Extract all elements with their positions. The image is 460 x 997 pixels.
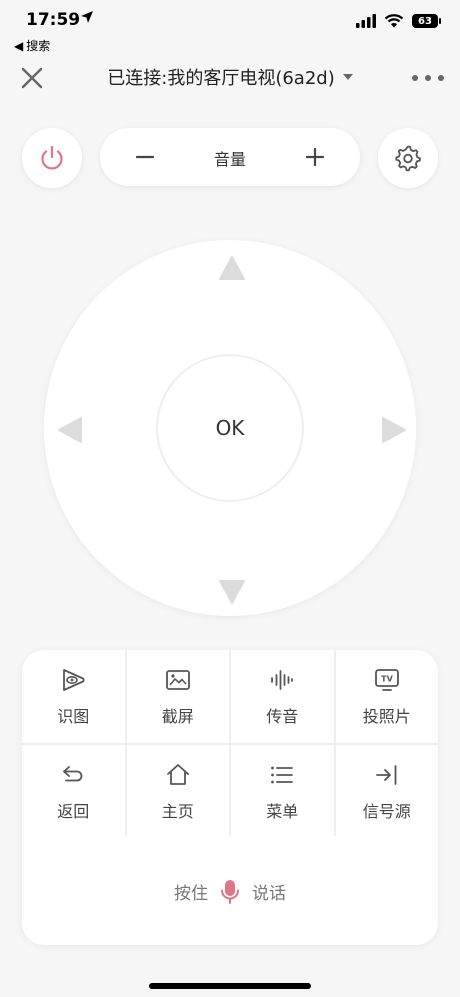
ok-button[interactable]: OK xyxy=(156,354,304,502)
battery-indicator: 63 xyxy=(412,14,441,28)
close-button[interactable] xyxy=(18,64,46,92)
battery-level: 63 xyxy=(418,15,432,27)
home-icon xyxy=(165,762,191,788)
menu-list-icon xyxy=(269,762,295,788)
screenshot-icon xyxy=(165,667,191,693)
function-grid: 识图 截屏 传音 TV 投照片 返回 主页 菜单 信号源 xyxy=(22,650,438,838)
back-button[interactable]: 返回 xyxy=(22,745,125,838)
talk-label: 说话 xyxy=(252,884,286,904)
arrow-up-icon xyxy=(219,256,245,280)
more-dot-icon xyxy=(425,75,431,81)
status-time: 17:59 xyxy=(26,10,81,30)
hold-to-talk-button[interactable]: 按住 说话 xyxy=(22,838,438,945)
power-button[interactable] xyxy=(22,128,82,188)
menu-button[interactable]: 菜单 xyxy=(231,745,334,838)
volume-control: 音量 xyxy=(100,128,360,186)
right-button[interactable] xyxy=(374,410,414,450)
function-label: 传音 xyxy=(266,706,299,726)
down-button[interactable] xyxy=(212,572,252,612)
function-label: 菜单 xyxy=(266,801,299,821)
status-indicators: 63 xyxy=(356,14,441,28)
svg-text:TV: TV xyxy=(381,674,393,683)
plus-icon xyxy=(306,148,324,166)
gear-icon xyxy=(395,145,421,172)
power-icon xyxy=(41,145,63,170)
function-label: 识图 xyxy=(57,706,90,726)
audio-transfer-button[interactable]: 传音 xyxy=(231,650,334,743)
cast-photo-button[interactable]: TV 投照片 xyxy=(335,650,438,743)
volume-up-button[interactable] xyxy=(300,142,330,172)
home-indicator[interactable] xyxy=(149,983,311,989)
volume-down-button[interactable] xyxy=(130,142,160,172)
back-triangle-icon: ◀ xyxy=(14,38,24,53)
left-button[interactable] xyxy=(50,410,90,450)
function-label: 信号源 xyxy=(362,801,411,821)
more-dot-icon xyxy=(412,75,418,81)
minus-icon xyxy=(136,155,154,159)
cellular-signal-icon xyxy=(356,14,376,28)
arrow-right-icon xyxy=(382,417,406,443)
close-icon xyxy=(21,67,43,89)
function-label: 主页 xyxy=(161,801,194,821)
connection-title: 已连接:我的客厅电视(6a2d) xyxy=(107,68,335,89)
screenshot-button[interactable]: 截屏 xyxy=(126,650,229,743)
up-button[interactable] xyxy=(212,248,252,288)
device-selector[interactable]: 已连接:我的客厅电视(6a2d) xyxy=(107,64,353,90)
image-recognition-icon xyxy=(60,667,86,693)
function-label: 截屏 xyxy=(161,706,194,726)
image-recognition-button[interactable]: 识图 xyxy=(22,650,125,743)
audio-wave-icon xyxy=(269,667,295,693)
back-to-search-link[interactable]: ◀ 搜索 xyxy=(14,37,50,54)
back-link-label: 搜索 xyxy=(26,39,51,53)
microphone-icon xyxy=(221,879,239,904)
arrow-down-icon xyxy=(219,580,245,604)
location-arrow-icon xyxy=(81,11,93,23)
input-source-icon xyxy=(374,762,400,788)
more-options-button[interactable] xyxy=(412,68,444,88)
wifi-icon xyxy=(384,14,404,28)
header-title-area: 已连接:我的客厅电视(6a2d) xyxy=(0,64,460,90)
settings-button[interactable] xyxy=(378,128,438,188)
tv-cast-icon: TV xyxy=(374,667,400,693)
function-label: 返回 xyxy=(57,801,90,821)
dropdown-caret-icon xyxy=(342,74,353,80)
home-button[interactable]: 主页 xyxy=(126,745,229,838)
hold-label: 按住 xyxy=(174,884,208,904)
more-dot-icon xyxy=(438,75,444,81)
ok-label: OK xyxy=(215,416,245,440)
function-panel: 识图 截屏 传音 TV 投照片 返回 主页 菜单 信号源 按住 说话 xyxy=(22,650,438,945)
input-source-button[interactable]: 信号源 xyxy=(335,745,438,838)
function-label: 投照片 xyxy=(362,706,411,726)
arrow-left-icon xyxy=(58,417,82,443)
back-arrow-icon xyxy=(60,762,86,788)
